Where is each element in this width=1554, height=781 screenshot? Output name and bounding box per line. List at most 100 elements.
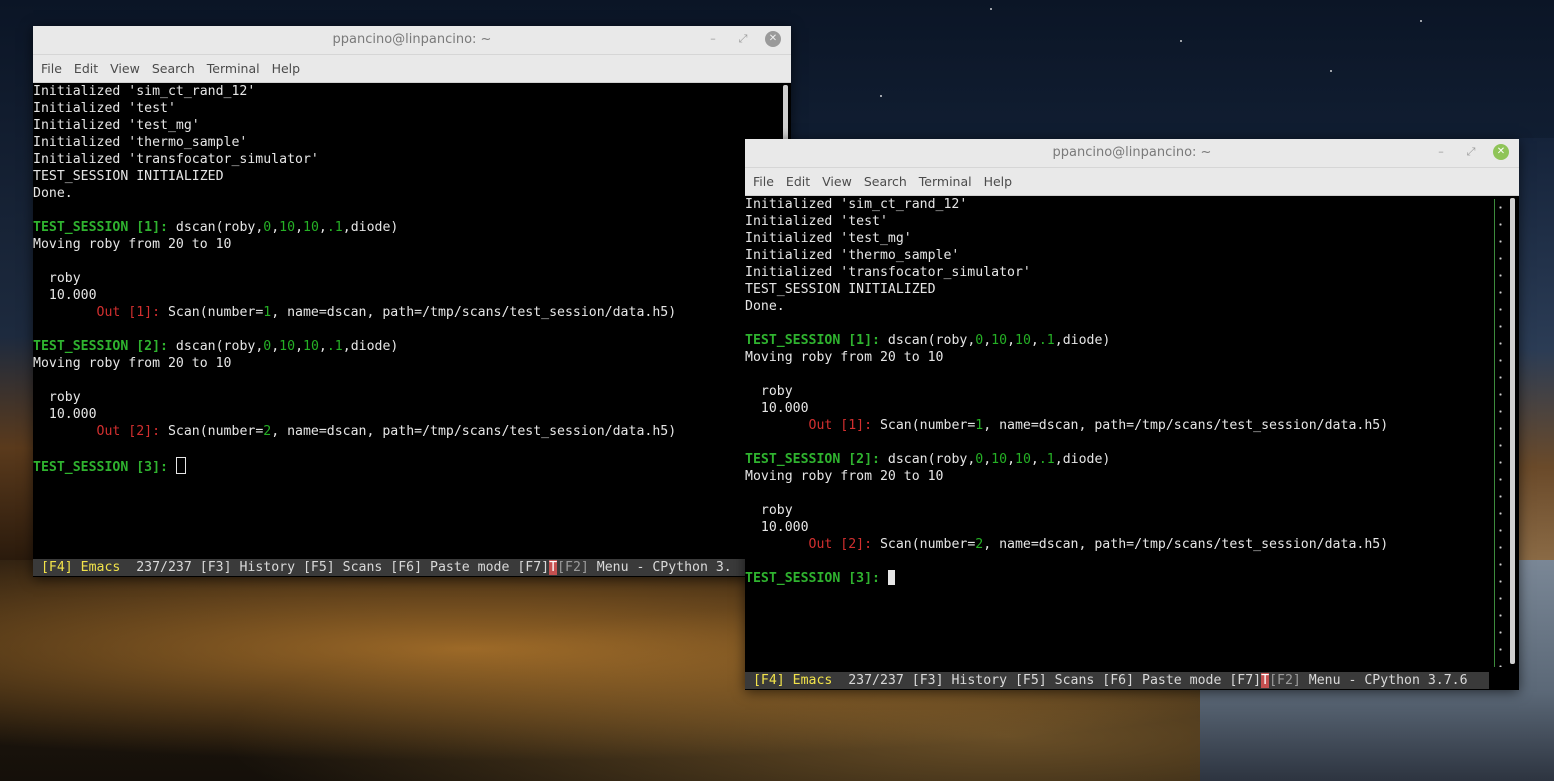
cmd-part: , bbox=[295, 220, 304, 235]
output-line: Initialized 'test' bbox=[33, 101, 176, 116]
output-line: Moving roby from 20 to 10 bbox=[33, 237, 232, 252]
cmd-part: , bbox=[318, 339, 327, 354]
prompt: TEST_SESSION [1]: bbox=[745, 333, 888, 348]
output-line: Initialized 'test_mg' bbox=[33, 118, 200, 133]
out-text: , name=dscan, path=/tmp/scans/test_sessi… bbox=[271, 424, 677, 439]
out-line: Out [1]: Scan(number=1, name=dscan, path… bbox=[745, 417, 1493, 434]
close-icon[interactable]: ✕ bbox=[765, 31, 781, 47]
cmd-number: 10 bbox=[279, 220, 296, 235]
output-line: 10.000 bbox=[33, 288, 97, 303]
output-line: Moving roby from 20 to 10 bbox=[33, 356, 232, 371]
terminal-window-left[interactable]: ppancino@linpancino: ~ – ⤢ ✕ File Edit V… bbox=[33, 26, 791, 577]
output-line: Initialized 'thermo_sample' bbox=[33, 135, 248, 150]
prompt: TEST_SESSION [2]: bbox=[745, 452, 888, 467]
cmd-number: 10 bbox=[991, 333, 1008, 348]
menu-edit[interactable]: Edit bbox=[70, 61, 106, 76]
title-bar[interactable]: ppancino@linpancino: ~ – ⤢ ✕ bbox=[33, 26, 791, 55]
cmd-part: , bbox=[1030, 333, 1039, 348]
status-tail: Menu - CPython 3.7.6 bbox=[1300, 673, 1468, 688]
out-text: , name=dscan, path=/tmp/scans/test_sessi… bbox=[983, 418, 1389, 433]
cmd-number: .1 bbox=[326, 220, 343, 235]
cmd-part: dscan(roby, bbox=[175, 339, 264, 354]
cmd-part: , bbox=[295, 339, 304, 354]
out-label: Out [1]: bbox=[33, 305, 168, 320]
output-line: Moving roby from 20 to 10 bbox=[745, 350, 944, 365]
maximize-icon[interactable]: ⤢ bbox=[1463, 144, 1479, 160]
cmd-number: 10 bbox=[303, 339, 319, 354]
out-text: Scan(number= bbox=[879, 537, 976, 552]
out-text: Scan(number= bbox=[167, 424, 264, 439]
cmd-number: 10 bbox=[303, 220, 319, 235]
minimize-icon[interactable]: – bbox=[705, 31, 721, 47]
prompt: TEST_SESSION [3]: bbox=[33, 460, 176, 475]
status-bar: [F4] Emacs 237/237 [F3] History [F5] Sca… bbox=[33, 559, 791, 576]
menu-view[interactable]: View bbox=[106, 61, 148, 76]
cmd-part: dscan(roby, bbox=[887, 333, 976, 348]
status-mid: 237/237 [F3] History [F5] Scans [F6] Pas… bbox=[120, 560, 550, 575]
cmd-part: dscan(roby, bbox=[175, 220, 264, 235]
minimize-icon[interactable]: – bbox=[1433, 144, 1449, 160]
menu-search[interactable]: Search bbox=[148, 61, 203, 76]
status-tail: Menu - CPython 3. bbox=[588, 560, 732, 575]
cmd-part: ,diode) bbox=[342, 220, 399, 235]
out-line: Out [2]: Scan(number=2, name=dscan, path… bbox=[33, 423, 781, 440]
cmd-part: , bbox=[271, 339, 280, 354]
menu-terminal[interactable]: Terminal bbox=[915, 174, 980, 189]
cmd-part: , bbox=[1030, 452, 1039, 467]
scrollbar[interactable] bbox=[1507, 196, 1519, 670]
star bbox=[1330, 70, 1332, 72]
scroll-region-divider bbox=[1494, 199, 1495, 667]
title-bar[interactable]: ppancino@linpancino: ~ – ⤢ ✕ bbox=[745, 139, 1519, 168]
terminal-output[interactable]: Initialized 'sim_ct_rand_12' Initialized… bbox=[33, 83, 781, 557]
cmd-part: , bbox=[1007, 333, 1016, 348]
output-line: Moving roby from 20 to 10 bbox=[745, 469, 944, 484]
status-f4[interactable]: [F4] Emacs bbox=[41, 560, 120, 575]
status-f2[interactable]: [F2] bbox=[1269, 673, 1301, 688]
maximize-icon[interactable]: ⤢ bbox=[735, 31, 751, 47]
cmd-part: ,diode) bbox=[1054, 333, 1111, 348]
output-line: 10.000 bbox=[33, 407, 97, 422]
menu-view[interactable]: View bbox=[818, 174, 860, 189]
cmd-number: 10 bbox=[279, 339, 296, 354]
close-icon[interactable]: ✕ bbox=[1493, 144, 1509, 160]
output-line: 10.000 bbox=[745, 520, 809, 535]
menu-edit[interactable]: Edit bbox=[782, 174, 818, 189]
out-label: Out [2]: bbox=[33, 424, 168, 439]
status-bar: [F4] Emacs 237/237 [F3] History [F5] Sca… bbox=[745, 672, 1489, 689]
output-line: Initialized 'transfocator_simulator' bbox=[33, 152, 319, 167]
star bbox=[990, 8, 992, 10]
status-f4[interactable]: [F4] Emacs bbox=[753, 673, 832, 688]
star bbox=[1420, 20, 1422, 22]
output-line: Initialized 'test_mg' bbox=[745, 231, 912, 246]
output-line: Done. bbox=[33, 186, 73, 201]
menu-terminal[interactable]: Terminal bbox=[203, 61, 268, 76]
window-title: ppancino@linpancino: ~ bbox=[332, 32, 492, 47]
scrollbar-thumb[interactable] bbox=[1510, 198, 1515, 664]
terminal-output[interactable]: Initialized 'sim_ct_rand_12' Initialized… bbox=[745, 196, 1493, 670]
output-line: Initialized 'sim_ct_rand_12' bbox=[33, 84, 256, 99]
output-line: roby bbox=[33, 390, 81, 405]
menu-file[interactable]: File bbox=[37, 61, 70, 76]
output-line: Initialized 'test' bbox=[745, 214, 888, 229]
prompt-line: TEST_SESSION [2]: dscan(roby,0,10,10,.1,… bbox=[33, 338, 781, 355]
menu-file[interactable]: File bbox=[749, 174, 782, 189]
terminal-window-right[interactable]: ppancino@linpancino: ~ – ⤢ ✕ File Edit V… bbox=[745, 139, 1519, 690]
menu-help[interactable]: Help bbox=[980, 174, 1021, 189]
cmd-part: , bbox=[318, 220, 327, 235]
menu-search[interactable]: Search bbox=[860, 174, 915, 189]
status-f2[interactable]: [F2] bbox=[557, 560, 589, 575]
out-text: Scan(number= bbox=[879, 418, 976, 433]
cursor bbox=[175, 457, 186, 474]
star bbox=[880, 95, 882, 97]
out-text: Scan(number= bbox=[167, 305, 264, 320]
menu-help[interactable]: Help bbox=[268, 61, 309, 76]
output-line: Done. bbox=[745, 299, 785, 314]
cmd-number: .1 bbox=[1038, 452, 1055, 467]
